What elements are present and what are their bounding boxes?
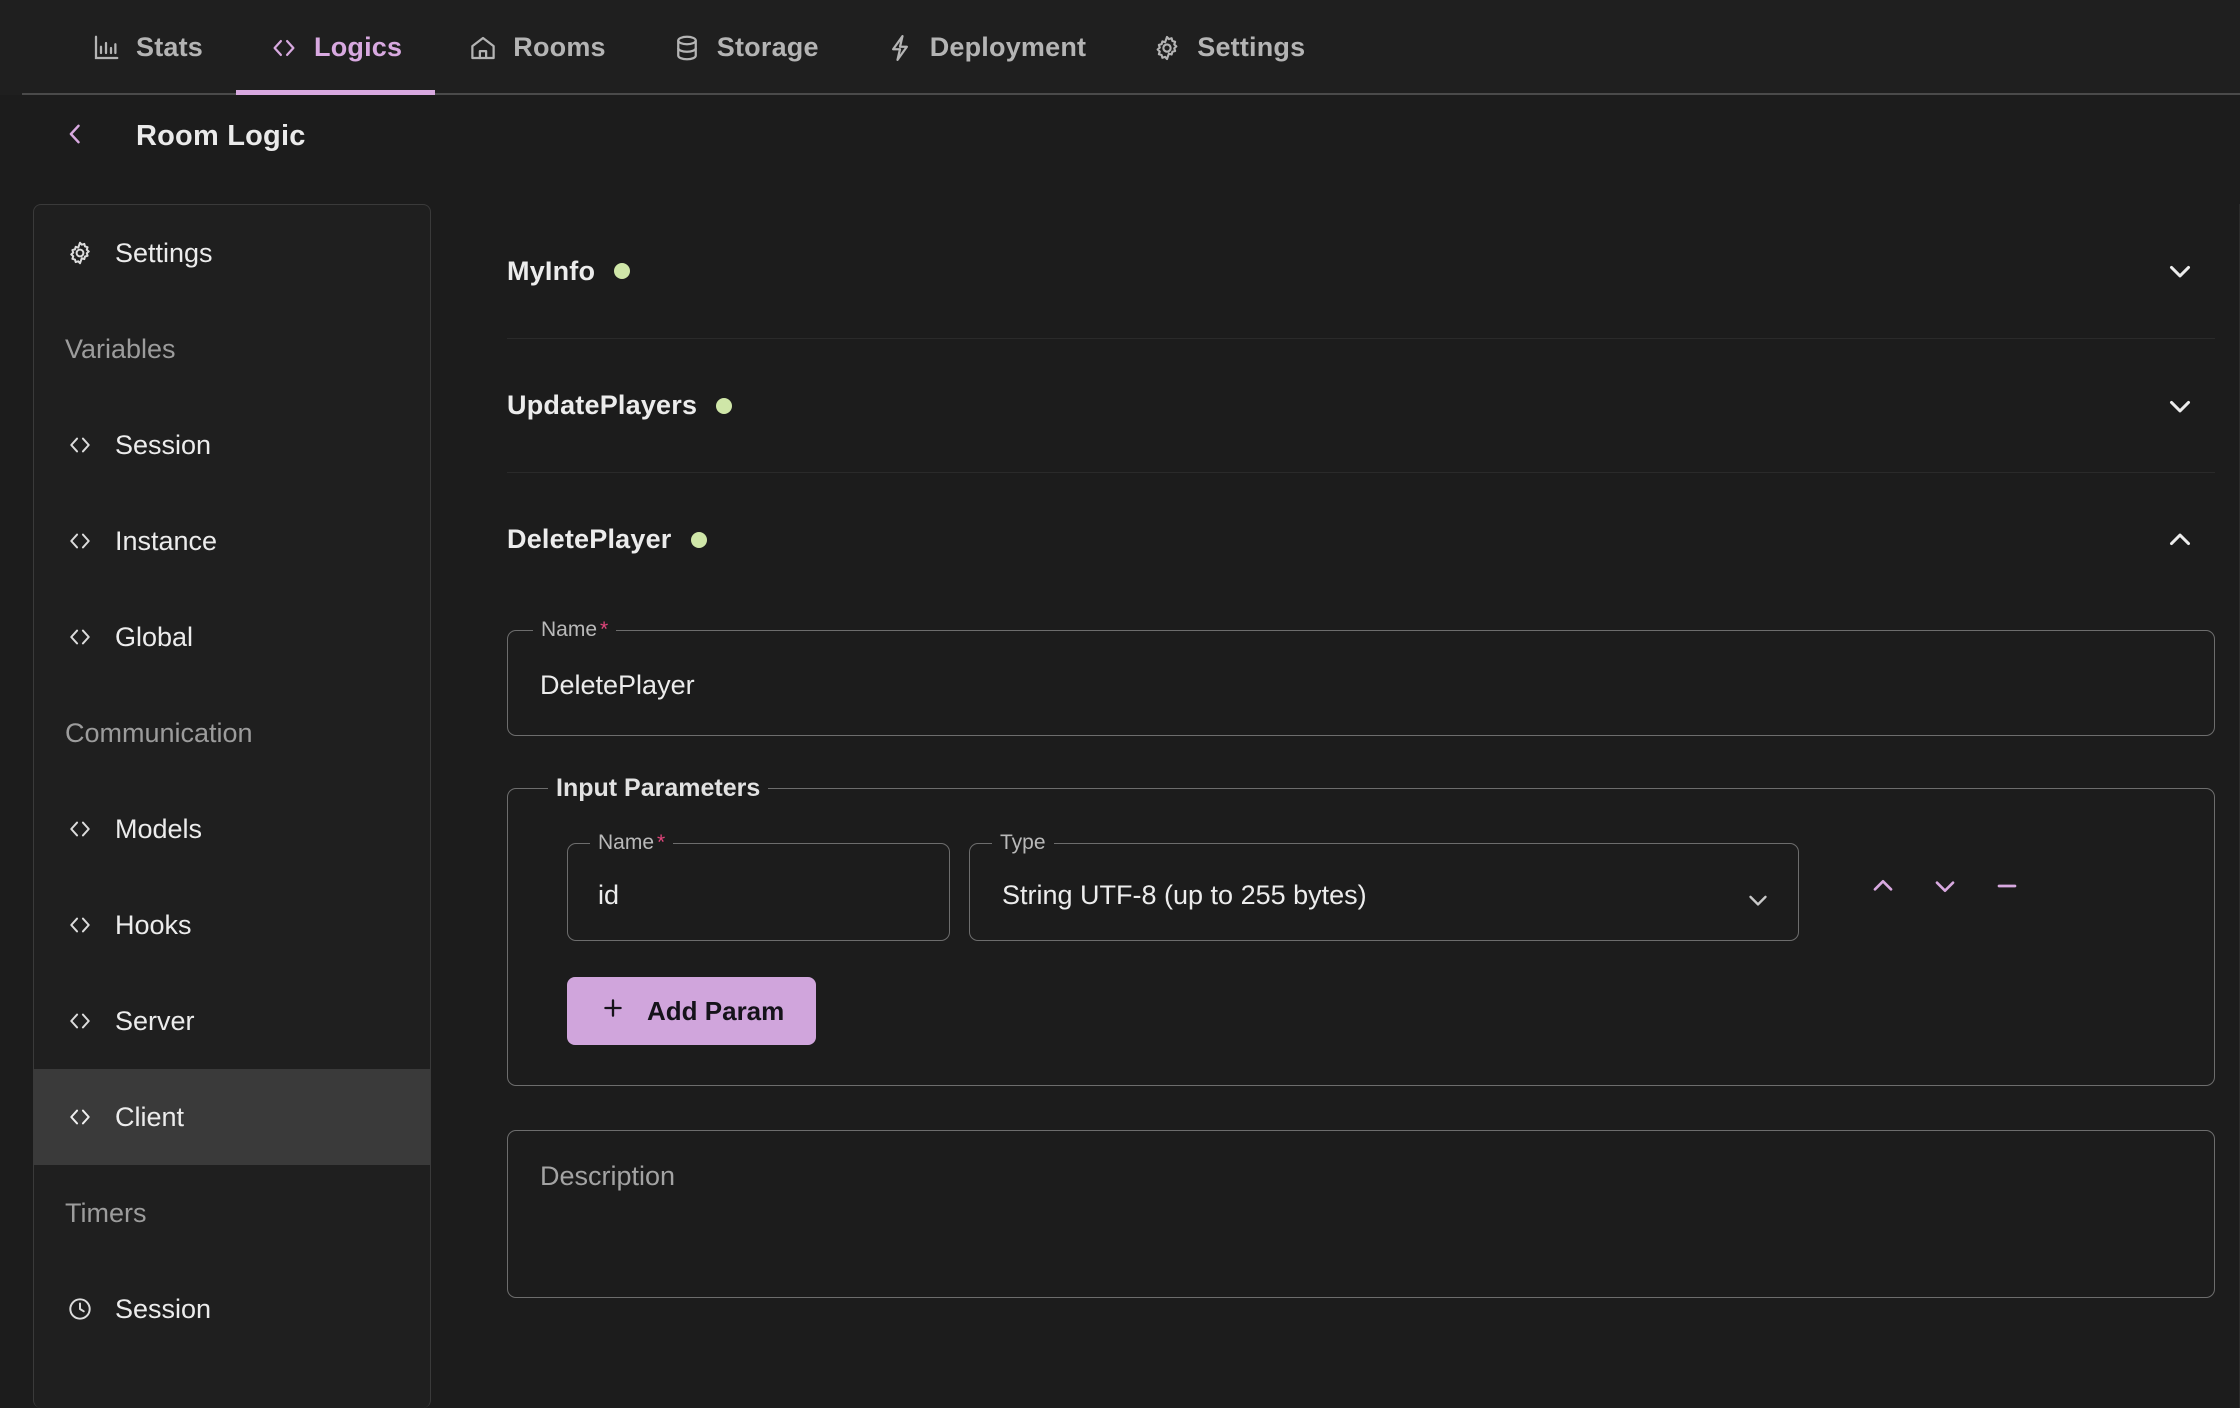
top-navigation: Stats Logics Rooms Storage Deployment Se…: [0, 0, 2240, 95]
accordion-body: Name * DeletePlayer Input Parameters Name…: [507, 618, 2215, 1298]
sidebar-item-session-timers[interactable]: Session: [34, 1261, 430, 1357]
tab-label: Rooms: [513, 32, 606, 62]
sidebar-item-server[interactable]: Server: [34, 973, 430, 1069]
sidebar-item-instance[interactable]: Instance: [34, 493, 430, 589]
accordion-title: UpdatePlayers: [507, 390, 698, 420]
sidebar-item-label: Client: [115, 1101, 185, 1132]
sidebar-item-label: Models: [115, 813, 203, 844]
tab-label: Logics: [314, 32, 403, 62]
tab-label: Settings: [1197, 32, 1306, 62]
code-brackets-icon: [65, 431, 95, 459]
tab-rooms[interactable]: Rooms: [435, 0, 639, 95]
accordion-header[interactable]: UpdatePlayers: [507, 338, 2215, 472]
page-header: Room Logic: [0, 95, 2240, 177]
code-brackets-icon: [65, 1103, 95, 1131]
required-marker: *: [657, 831, 666, 854]
code-brackets-icon: [65, 623, 95, 651]
param-type-fieldset: Type String UTF-8 (up to 255 bytes): [969, 831, 1799, 941]
status-badge: [716, 397, 733, 414]
back-button[interactable]: [58, 119, 92, 153]
tab-logics[interactable]: Logics: [236, 0, 436, 95]
gear-icon: [65, 239, 95, 267]
param-name-input[interactable]: id: [568, 855, 949, 935]
accordion-header[interactable]: MyInfo: [507, 204, 2215, 338]
logic-name-legend: Name *: [541, 618, 609, 641]
sidebar-item-global[interactable]: Global: [34, 589, 430, 685]
sidebar-item-label: Hooks: [115, 909, 192, 940]
chevron-left-icon: [61, 120, 89, 153]
param-row-actions: [1852, 855, 2038, 917]
sidebar-group-timers: Timers: [34, 1165, 430, 1261]
sidebar-group-communication: Communication: [34, 685, 430, 781]
page-body: Settings Variables Session Instance Glob…: [0, 177, 2240, 1408]
sidebar-group-label: Timers: [65, 1197, 147, 1228]
description-placeholder: Description: [540, 1161, 676, 1191]
sidebar-item-session-variables[interactable]: Session: [34, 397, 430, 493]
bar-chart-icon: [91, 33, 121, 63]
chevron-down-icon[interactable]: [2163, 254, 2197, 288]
add-param-label: Add Param: [647, 995, 785, 1026]
code-brackets-icon: [65, 911, 95, 939]
accordion-updateplayers: UpdatePlayers: [507, 338, 2215, 472]
accordion-header[interactable]: DeletePlayer: [507, 472, 2215, 606]
code-brackets-icon: [269, 33, 299, 63]
sidebar-item-label: Instance: [115, 525, 218, 556]
param-type-legend: Type: [1000, 831, 1046, 854]
tab-label: Storage: [716, 32, 819, 62]
code-brackets-icon: [65, 1007, 95, 1035]
accordion-title: DeletePlayer: [507, 524, 672, 554]
chevron-down-icon[interactable]: [2163, 389, 2197, 423]
sidebar-group-variables: Variables: [34, 301, 430, 397]
tab-stats[interactable]: Stats: [58, 0, 236, 95]
logic-name-input[interactable]: DeletePlayer: [508, 642, 2214, 728]
sidebar-item-label: Session: [115, 1293, 212, 1324]
accordion-myinfo: MyInfo: [507, 204, 2215, 338]
tab-settings[interactable]: Settings: [1119, 0, 1338, 95]
input-parameters-fieldset: Input Parameters Name * id Type String UT…: [507, 774, 2215, 1086]
plus-icon: [599, 994, 627, 1029]
move-up-icon[interactable]: [1852, 855, 1914, 917]
logic-name-fieldset: Name * DeletePlayer: [507, 618, 2215, 736]
add-param-button[interactable]: Add Param: [567, 977, 817, 1045]
tab-label: Deployment: [929, 32, 1087, 62]
code-brackets-icon: [65, 815, 95, 843]
sidebar-item-label: Server: [115, 1005, 195, 1036]
move-down-icon[interactable]: [1914, 855, 1976, 917]
chevron-up-icon[interactable]: [2163, 523, 2197, 557]
remove-icon[interactable]: [1976, 855, 2038, 917]
sidebar-item-client[interactable]: Client: [34, 1069, 430, 1165]
description-fieldset[interactable]: Description: [507, 1130, 2215, 1298]
gear-icon: [1152, 33, 1182, 63]
main-content: MyInfo UpdatePlayers DeletePlayer Name *…: [507, 204, 2240, 1408]
status-badge: [690, 531, 707, 548]
sidebar-item-label: Global: [115, 621, 194, 652]
sidebar-item-settings[interactable]: Settings: [34, 205, 430, 301]
page-title: Room Logic: [136, 119, 306, 152]
sidebar-item-models[interactable]: Models: [34, 781, 430, 877]
sidebar-item-label: Settings: [115, 237, 213, 268]
sidebar-group-label: Variables: [65, 333, 176, 364]
accordion-title: MyInfo: [507, 255, 596, 286]
chevron-down-icon[interactable]: [1743, 885, 1773, 920]
sidebar-group-label: Communication: [65, 717, 253, 748]
tab-deployment[interactable]: Deployment: [852, 0, 1120, 95]
lightning-bolt-icon: [885, 33, 915, 63]
sidebar: Settings Variables Session Instance Glob…: [33, 204, 431, 1408]
accordion-deleteplayer: DeletePlayer Name * DeletePlayer Input Pa…: [507, 472, 2215, 1298]
param-name-fieldset: Name * id: [567, 831, 950, 941]
status-badge: [614, 263, 631, 279]
tab-label: Stats: [136, 32, 204, 62]
param-name-legend: Name *: [598, 831, 666, 854]
clock-icon: [65, 1295, 95, 1323]
tab-storage[interactable]: Storage: [639, 0, 852, 95]
param-row: Name * id Type String UTF-8 (up to 255 by…: [508, 803, 2214, 941]
required-marker: *: [600, 618, 609, 641]
param-type-select[interactable]: String UTF-8 (up to 255 bytes): [970, 855, 1798, 935]
database-icon: [672, 33, 702, 63]
home-icon: [468, 33, 498, 63]
input-parameters-legend: Input Parameters: [556, 774, 761, 802]
sidebar-item-label: Session: [115, 429, 212, 460]
sidebar-item-hooks[interactable]: Hooks: [34, 877, 430, 973]
code-brackets-icon: [65, 527, 95, 555]
